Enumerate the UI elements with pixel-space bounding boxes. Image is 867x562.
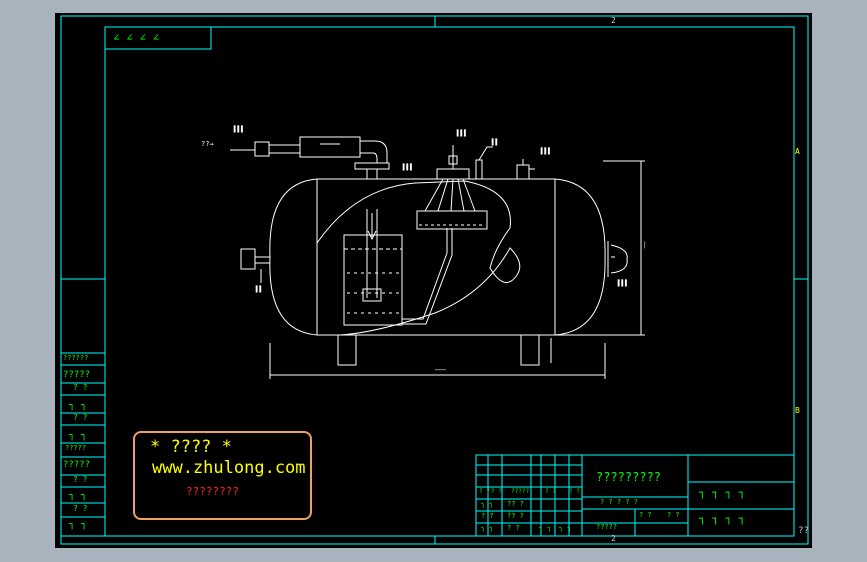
title-block-sub: ?????: [511, 488, 530, 495]
title-block-row: ?? ?: [507, 512, 524, 520]
zone-label-bottom: 2: [611, 534, 616, 543]
strip-cell: ?????: [65, 444, 87, 452]
height-dim-label: │: [643, 242, 647, 249]
center-right-label: ▐▐: [490, 139, 498, 146]
tank-right-head-label: ▐▐▐: [616, 280, 627, 287]
strip-cell: ┐ ┐: [69, 430, 88, 441]
title-block-row: ┐ ┐: [481, 500, 494, 508]
title-block-title: ?????????: [596, 470, 662, 484]
mid-label: ▐▐▐: [401, 164, 412, 171]
title-block-row: ? ?: [481, 512, 494, 520]
title-block-sub: ? ?: [491, 488, 502, 495]
tank-left-fitting-label: ▐▐: [254, 286, 262, 293]
strip-cell: ? ?: [73, 475, 88, 484]
drawing-sheet: 2 2 A B ∠ ∠ ∠ ∠ ??→ ▐▐▐ ▐▐▐ ▐▐ ▐▐▐ ▐▐▐ ▐…: [55, 13, 812, 548]
title-block-sub: ? ?: [545, 488, 556, 495]
title-block-row: ┐ ┐: [559, 524, 572, 532]
strip-cell: ┐ ┐: [69, 490, 88, 501]
strip-cell: ┐ ┐: [69, 400, 88, 411]
tank: [230, 136, 645, 379]
width-dim-label: ───: [435, 367, 446, 374]
center-top-label: ▐▐▐: [455, 130, 466, 137]
strip-cell: ┐ ┐: [69, 519, 88, 530]
title-block-mid-row: ? ? ? ? ?: [600, 498, 638, 506]
title-block-bottom: ? ?: [639, 511, 652, 519]
title-block-bottom: ? ?: [667, 511, 680, 519]
watermark-line1: * ???? *: [150, 437, 232, 457]
title-block-right-top: ┐ ┐ ┐ ┐: [699, 486, 746, 499]
title-block-row: ┐ ┐: [481, 524, 494, 532]
valve-label: ▐▐▐: [232, 126, 243, 133]
title-block-sub: ? ?: [569, 488, 580, 495]
corner-mark: ??: [798, 526, 809, 536]
zone-label-top: 2: [611, 16, 616, 25]
strip-cell: ?????: [63, 460, 91, 470]
inlet-label: ??→: [201, 140, 214, 148]
title-block-bottom: ?????: [596, 523, 618, 531]
title-block-sub: ? ?: [479, 488, 490, 495]
strip-cell: ? ?: [73, 413, 88, 422]
strip-cell: ?????: [63, 370, 91, 380]
title-block-grid: [475, 454, 795, 537]
top-left-code: ∠ ∠ ∠ ∠: [113, 31, 160, 44]
zone-label-right-a: A: [795, 147, 800, 156]
zone-label-right-b: B: [795, 406, 800, 415]
strip-cell: ??????: [63, 354, 89, 362]
strip-cell: ? ?: [73, 504, 88, 513]
title-block-row: ┐ ┐: [539, 524, 552, 532]
right-top-label: ▐▐▐: [539, 148, 550, 155]
title-block-row: ? ?: [507, 524, 520, 532]
watermark-url: www.zhulong.com: [152, 458, 306, 478]
watermark-line3: ????????: [186, 485, 239, 498]
title-block-row: ?? ?: [507, 500, 524, 508]
strip-cell: ? ?: [73, 383, 88, 392]
title-block-right-bottom: ┐ ┐ ┐ ┐: [699, 512, 746, 525]
